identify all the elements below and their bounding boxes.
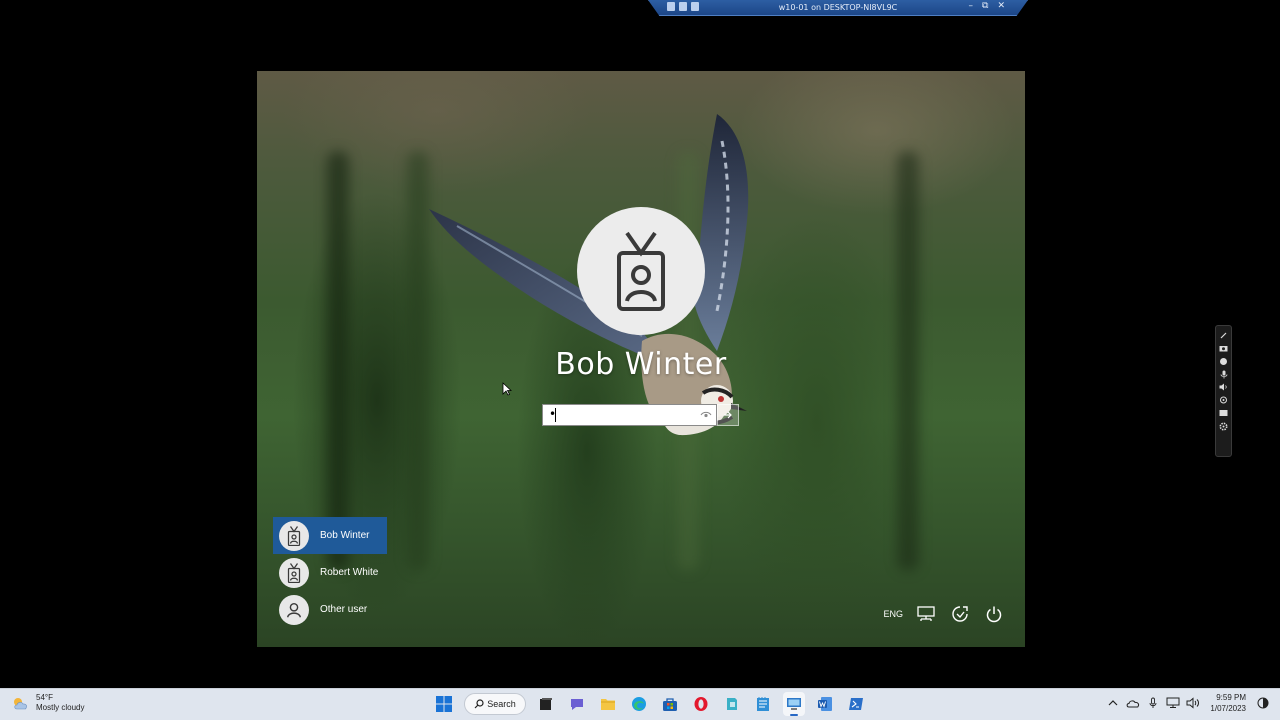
- store-icon: [663, 697, 677, 711]
- file-explorer-button[interactable]: [597, 692, 619, 716]
- camera-icon[interactable]: [1219, 343, 1229, 353]
- password-input[interactable]: •: [542, 404, 717, 426]
- windows-logo-icon: [436, 696, 452, 712]
- system-tray: 9:59 PM 1/07/2023: [1106, 692, 1270, 714]
- login-bottom-controls: ENG: [883, 603, 1005, 625]
- microphone-icon[interactable]: [1146, 696, 1160, 710]
- powershell-icon: [849, 698, 863, 710]
- vm-login-screen: Bob Winter • Bob Winter Robert White Oth…: [257, 71, 1025, 647]
- onedrive-icon[interactable]: [1126, 696, 1140, 710]
- power-icon[interactable]: [983, 603, 1005, 625]
- notepad-button[interactable]: [752, 692, 774, 716]
- window-icon[interactable]: [1219, 408, 1229, 418]
- network-icon[interactable]: [1166, 696, 1180, 710]
- app-button[interactable]: [721, 692, 743, 716]
- search-icon: [474, 699, 484, 709]
- rdp-connection-bar[interactable]: w10-01 on DESKTOP-NI8VL9C – ⧉ ✕: [648, 0, 1028, 16]
- mouse-pointer-icon: [502, 382, 512, 396]
- search-label: Search: [487, 699, 516, 709]
- taskbar-search[interactable]: Search: [464, 693, 526, 715]
- weather-temperature: 54°F: [36, 693, 53, 702]
- app-icon: [727, 698, 737, 710]
- user-item-other-user[interactable]: Other user: [273, 591, 387, 628]
- user-item-label: Other user: [320, 604, 368, 615]
- close-button[interactable]: ✕: [997, 1, 1005, 11]
- user-item-label: Bob Winter: [320, 530, 370, 541]
- network-icon[interactable]: [915, 603, 937, 625]
- task-view-button[interactable]: [535, 692, 557, 716]
- person-icon: [279, 594, 309, 625]
- rdp-icon: [787, 698, 801, 710]
- eye-icon[interactable]: [700, 409, 712, 421]
- webcam-icon[interactable]: [1219, 395, 1229, 405]
- opera-icon: [694, 697, 708, 711]
- screen-recorder-toolbar: [1215, 325, 1232, 457]
- taskbar-clock[interactable]: 9:59 PM 1/07/2023: [1210, 692, 1246, 714]
- weather-description: Mostly cloudy: [36, 703, 85, 712]
- taskbar: 54°F Mostly cloudy Search 9:59 PM 1/07/2…: [0, 688, 1280, 720]
- gear-icon[interactable]: [1219, 421, 1229, 431]
- user-switch-list: Bob Winter Robert White Other user: [273, 517, 387, 628]
- speaker-icon[interactable]: [1219, 382, 1229, 392]
- store-button[interactable]: [659, 692, 681, 716]
- login-user-name: Bob Winter: [555, 347, 727, 382]
- start-button[interactable]: [433, 692, 455, 716]
- text-caret: [555, 408, 556, 422]
- notepad-icon: [757, 697, 769, 711]
- host-desktop: w10-01 on DESKTOP-NI8VL9C – ⧉ ✕ Bob Wint…: [0, 0, 1280, 688]
- badge-user-icon: [279, 520, 309, 551]
- badge-user-icon: [617, 231, 665, 311]
- user-item-robert-white[interactable]: Robert White: [273, 554, 387, 591]
- clock-date: 1/07/2023: [1210, 704, 1246, 713]
- edge-button[interactable]: [628, 692, 650, 716]
- teams-icon: [571, 699, 583, 710]
- microphone-icon[interactable]: [1219, 369, 1229, 379]
- powershell-button[interactable]: [845, 692, 867, 716]
- folder-icon: [601, 699, 615, 710]
- word-icon: [818, 697, 832, 711]
- taskbar-apps: Search: [433, 692, 867, 716]
- chevron-up-icon[interactable]: [1106, 696, 1120, 710]
- cloudy-weather-icon: [14, 698, 27, 710]
- badge-user-icon: [279, 557, 309, 588]
- word-button[interactable]: [814, 692, 836, 716]
- remote-desktop-button[interactable]: [783, 692, 805, 716]
- notification-icon[interactable]: [1256, 696, 1270, 710]
- minimize-button[interactable]: –: [969, 1, 974, 11]
- arrow-right-icon: [724, 411, 732, 419]
- edge-icon: [632, 697, 646, 711]
- weather-widget[interactable]: 54°F Mostly cloudy: [12, 693, 84, 713]
- volume-icon[interactable]: [1186, 696, 1200, 710]
- clock-time: 9:59 PM: [1216, 693, 1246, 702]
- restore-button[interactable]: ⧉: [982, 1, 988, 11]
- teams-chat-button[interactable]: [566, 692, 588, 716]
- submit-password-button[interactable]: [717, 404, 739, 426]
- pen-icon[interactable]: [1219, 330, 1229, 340]
- record-icon[interactable]: [1219, 356, 1229, 366]
- opera-button[interactable]: [690, 692, 712, 716]
- language-button[interactable]: ENG: [883, 609, 903, 619]
- user-item-label: Robert White: [320, 567, 379, 578]
- accessibility-icon[interactable]: [949, 603, 971, 625]
- user-item-bob-winter[interactable]: Bob Winter: [273, 517, 387, 554]
- task-view-icon: [540, 698, 552, 710]
- user-avatar-large: [577, 207, 705, 335]
